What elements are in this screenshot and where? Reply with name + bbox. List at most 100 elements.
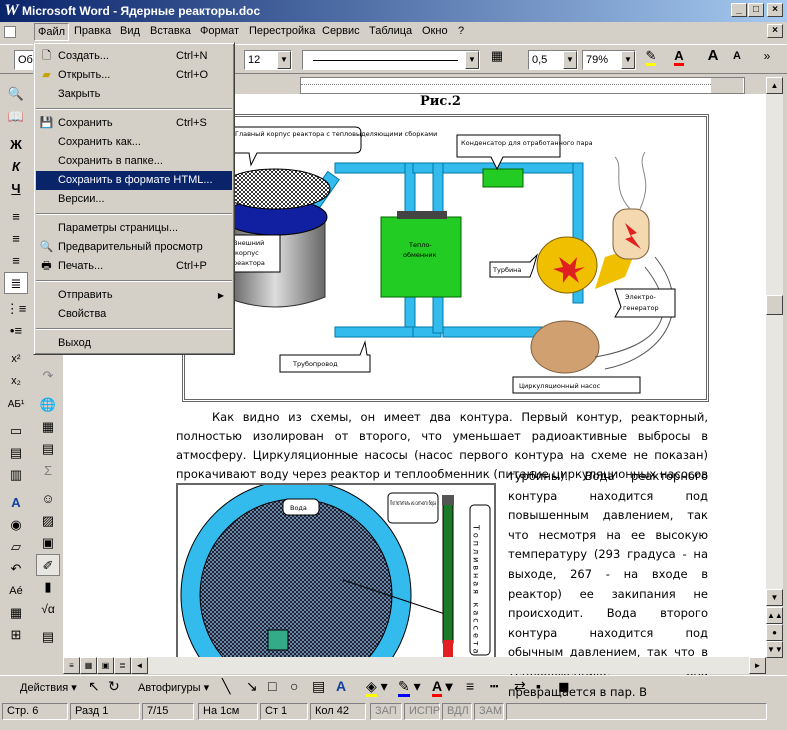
font-color-draw-icon[interactable]: A ▾ [432, 678, 453, 697]
outline-view-button[interactable]: ≣ [114, 657, 131, 674]
superscript-icon[interactable]: x² [4, 348, 28, 370]
bold-icon[interactable]: Ж [4, 134, 28, 156]
bulleted-list-icon[interactable]: •≡ [4, 320, 28, 342]
page-view-button[interactable]: ▣ [97, 657, 114, 674]
fields-icon[interactable]: ▦ [4, 602, 28, 624]
menu-edit[interactable]: Правка [74, 25, 111, 37]
undo-icon[interactable]: ↶ [4, 558, 28, 580]
line-style-icon[interactable]: ≡ [466, 678, 474, 694]
columns-icon[interactable]: ▥ [4, 464, 28, 486]
menu-insert[interactable]: Вставка [150, 25, 191, 37]
menu-item-exit[interactable]: Выход [36, 334, 232, 353]
wordart-tool-icon[interactable]: A [336, 678, 346, 694]
word-app-icon[interactable]: W [3, 2, 20, 19]
menu-item-close[interactable]: Закрыть [36, 85, 232, 104]
more-buttons-icon[interactable]: » [756, 45, 778, 67]
equation-icon[interactable]: √α [36, 598, 60, 620]
border-icon[interactable]: ▦ [486, 45, 508, 67]
menu-item-print[interactable]: 🖶 Печать... Ctrl+P [36, 257, 232, 276]
normal-view-button[interactable]: ≡ [63, 657, 80, 674]
previous-page-button[interactable]: ▲▲ [766, 607, 783, 624]
menu-item-properties[interactable]: Свойства [36, 305, 232, 324]
shrink-font-icon[interactable]: A [726, 45, 748, 67]
scroll-right-button[interactable]: ► [749, 657, 766, 674]
menu-item-page-setup[interactable]: Параметры страницы... [36, 219, 232, 238]
menu-reorder[interactable]: Перестройка [249, 25, 315, 37]
menu-help[interactable]: ? [458, 25, 464, 37]
menu-item-versions[interactable]: Версии... [36, 190, 232, 209]
clipart-icon[interactable]: ☺ [36, 488, 60, 510]
document-icon[interactable] [4, 26, 16, 38]
chevron-down-icon[interactable]: ▼ [621, 51, 635, 69]
browse-object-button[interactable]: ● [766, 624, 783, 641]
web-view-button[interactable]: ▦ [80, 657, 97, 674]
highlight-icon[interactable]: ✎ [640, 45, 662, 67]
document-close-button[interactable]: × [767, 24, 783, 38]
align-left-icon[interactable]: ≡ [4, 206, 28, 228]
sum-icon[interactable]: Σ [36, 460, 60, 482]
print-preview-icon[interactable]: 🔍 [4, 83, 28, 105]
chevron-down-icon[interactable]: ▼ [563, 51, 577, 69]
status-ext[interactable]: ВДЛ [442, 703, 472, 720]
document-map-icon[interactable]: ▤ [36, 626, 60, 648]
scroll-left-button[interactable]: ◄ [131, 657, 148, 674]
chevron-down-icon[interactable]: ▼ [277, 51, 291, 69]
grow-font-icon[interactable]: A [702, 45, 724, 67]
font-color-icon[interactable]: A [668, 45, 690, 67]
rotate-icon[interactable]: ↻ [108, 678, 120, 695]
textbox-icon[interactable]: ▣ [36, 532, 60, 554]
maximize-button[interactable]: □ [748, 3, 764, 17]
reactor-core-diagram[interactable]: Вода Поглотитель из ситного бора Топливн… [176, 483, 496, 663]
justify-icon[interactable]: ≣ [4, 272, 28, 294]
actions-menu[interactable]: Действия ▾ [20, 681, 77, 694]
menu-tools[interactable]: Сервис [322, 25, 360, 37]
menu-view[interactable]: Вид [120, 25, 140, 37]
chart-icon[interactable]: ▮ [36, 576, 60, 598]
menu-file[interactable]: Файл [34, 23, 70, 41]
menu-item-save[interactable]: 💾 Сохранить Ctrl+S [36, 114, 232, 133]
minimize-button[interactable]: _ [731, 3, 747, 17]
next-page-button[interactable]: ▼▼ [766, 641, 783, 658]
line-width-combo[interactable]: 0,5 ▼ [528, 50, 578, 70]
rectangle-tool-icon[interactable]: □ [268, 678, 276, 694]
align-right-icon[interactable]: ≡ [4, 250, 28, 272]
picture-icon[interactable]: ▨ [36, 510, 60, 532]
subscript-icon[interactable]: x₂ [4, 370, 28, 392]
autoshapes-menu[interactable]: Автофигуры ▾ [138, 681, 209, 694]
menu-item-send[interactable]: Отправить ▶ [36, 286, 232, 305]
grid-icon[interactable]: ⊞ [4, 624, 28, 646]
align-center-icon[interactable]: ≡ [4, 228, 28, 250]
line-tool-icon[interactable]: ╲ [222, 678, 230, 695]
chevron-down-icon[interactable]: ▼ [465, 51, 479, 69]
numbered-list-icon[interactable]: ⋮≡ [4, 298, 28, 320]
horizontal-ruler[interactable] [300, 77, 745, 94]
comment-icon[interactable]: ▱ [4, 536, 28, 558]
menu-item-save-as-html[interactable]: Сохранить в формате HTML... [36, 171, 232, 190]
status-trk[interactable]: ИСПР [404, 703, 440, 720]
scroll-up-button[interactable]: ▲ [766, 77, 783, 94]
italic-icon[interactable]: К [4, 156, 28, 178]
arrow-tool-icon[interactable]: ↘ [246, 678, 258, 695]
menu-window[interactable]: Окно [422, 25, 448, 37]
textbox-tool-icon[interactable]: ▤ [312, 678, 325, 695]
arrow-style-icon[interactable]: ⇄ [514, 678, 526, 695]
excel-table-icon[interactable]: ▤ [36, 438, 60, 460]
menu-table[interactable]: Таблица [369, 25, 412, 37]
shadow-icon[interactable]: ▪ [536, 678, 541, 694]
menu-item-save-as[interactable]: Сохранить как... [36, 133, 232, 152]
eye-icon[interactable]: ◉ [4, 514, 28, 536]
font-size-combo[interactable]: 12 ▼ [244, 50, 292, 70]
book-icon[interactable]: 📖 [4, 106, 28, 128]
web-icon[interactable]: 🌐 [36, 394, 60, 416]
reactor-diagram[interactable]: Главный корпус реактора с тепловыделяющи… [182, 114, 709, 402]
menu-item-save-in-folder[interactable]: Сохранить в папке... [36, 152, 232, 171]
line-style-combo[interactable]: ▼ [302, 50, 480, 70]
status-rec[interactable]: ЗАП [370, 703, 402, 720]
menu-item-new[interactable]: 🗋 Создать... Ctrl+N [36, 47, 232, 66]
oval-tool-icon[interactable]: ○ [290, 678, 298, 694]
scroll-thumb[interactable] [766, 295, 783, 315]
horizontal-scrollbar[interactable]: ≡ ▦ ▣ ≣ ◄ ► [63, 657, 766, 674]
line-color-icon[interactable]: ✎ ▾ [398, 678, 421, 697]
underline-icon[interactable]: Ч [4, 178, 28, 200]
3d-icon[interactable]: ◼ [558, 678, 570, 695]
